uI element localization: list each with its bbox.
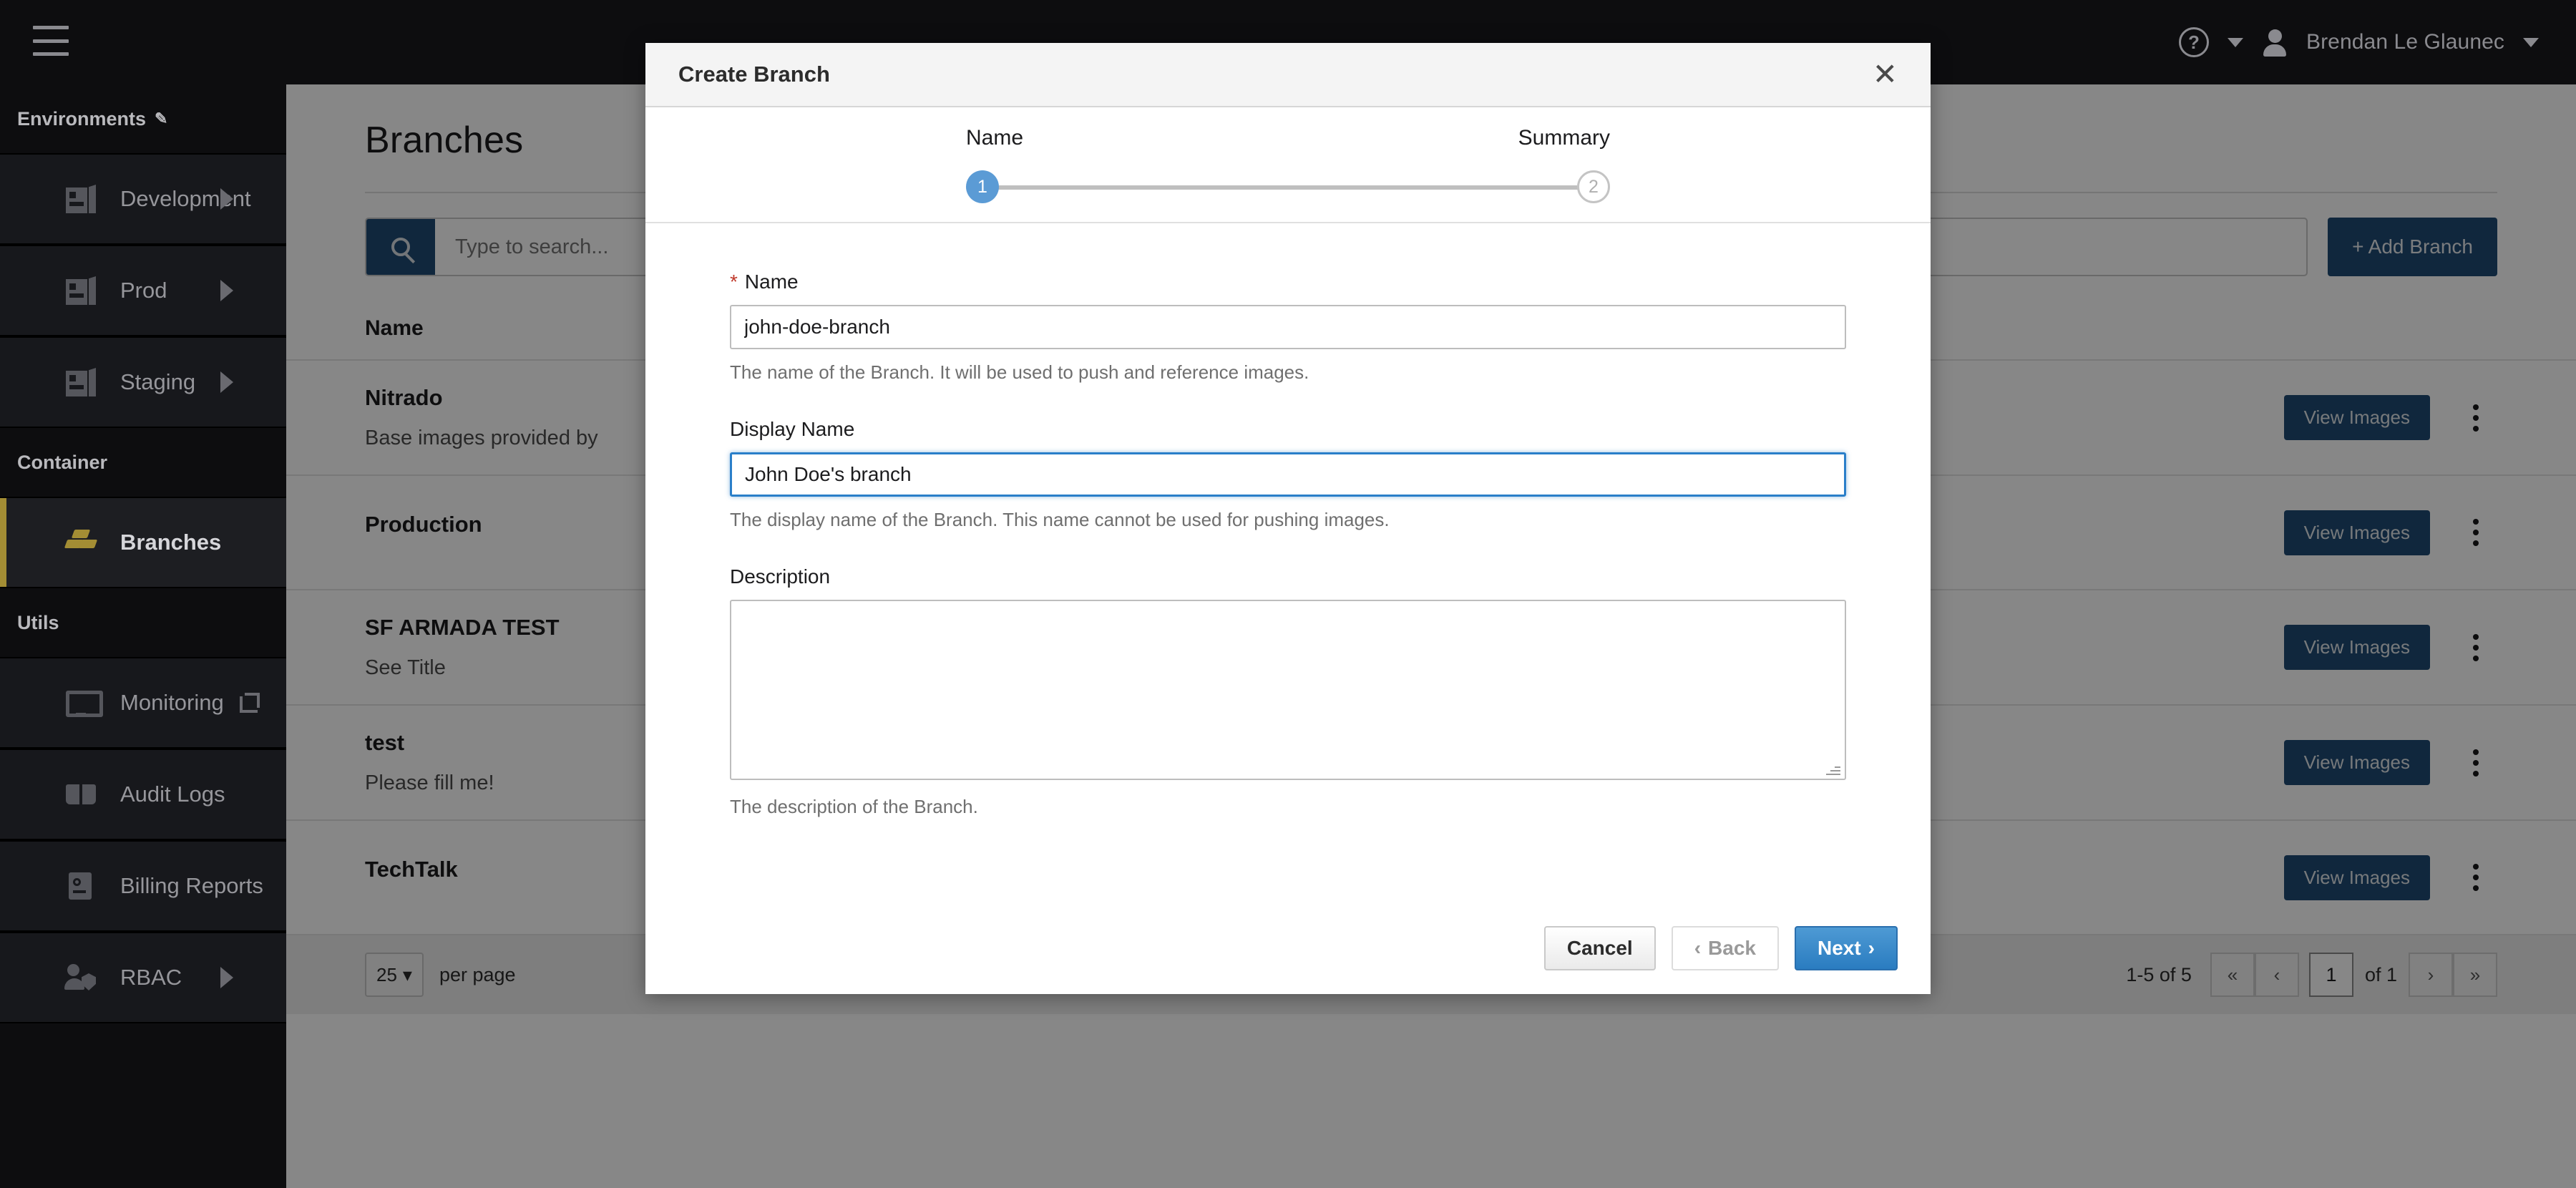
cancel-button[interactable]: Cancel xyxy=(1543,926,1656,970)
field-display-name: Display Name The display name of the Bra… xyxy=(730,418,1846,531)
box-icon xyxy=(66,275,97,306)
report-icon xyxy=(66,870,97,902)
sidebar-section-label: Environments xyxy=(17,107,147,130)
external-link-icon xyxy=(239,693,260,713)
sidebar-item-staging[interactable]: Staging xyxy=(0,336,286,428)
field-label-name: * Name xyxy=(730,271,1846,293)
back-button[interactable]: ‹ Back xyxy=(1671,926,1779,970)
sidebar-section-label: Container xyxy=(17,451,108,473)
sidebar: Environments ✎ Development Prod Staging … xyxy=(0,84,286,1188)
sidebar-item-development[interactable]: Development xyxy=(0,153,286,245)
step-connector-line xyxy=(982,185,1594,190)
top-bar-right: ? Brendan Le Glaunec xyxy=(2178,0,2539,84)
step-dot-2[interactable]: 2 xyxy=(1577,170,1610,203)
rbac-icon xyxy=(64,962,97,993)
modal-header: Create Branch ✕ xyxy=(645,43,1931,107)
sidebar-item-label: RBAC xyxy=(120,965,182,990)
next-button[interactable]: Next › xyxy=(1794,926,1898,970)
book-icon xyxy=(66,779,97,810)
sidebar-item-label: Staging xyxy=(120,369,196,394)
sidebar-item-prod[interactable]: Prod xyxy=(0,245,286,336)
chevron-right-icon xyxy=(220,967,233,988)
question-circle-icon[interactable]: ? xyxy=(2178,27,2209,57)
label-text: Name xyxy=(744,271,799,293)
sidebar-section-label: Utils xyxy=(17,611,59,633)
sidebar-item-monitoring[interactable]: Monitoring xyxy=(0,657,286,749)
pencil-icon[interactable]: ✎ xyxy=(155,109,167,128)
username-label: Brendan Le Glaunec xyxy=(2306,30,2504,54)
chevron-right-icon: › xyxy=(1868,937,1875,959)
step-track: 1 2 xyxy=(966,170,1610,203)
sidebar-section-container: Container xyxy=(0,428,286,497)
field-name: * Name The name of the Branch. It will be… xyxy=(730,271,1846,384)
name-input[interactable] xyxy=(730,305,1846,349)
display-name-input[interactable] xyxy=(730,452,1846,497)
chevron-right-icon xyxy=(220,371,233,393)
wizard-stepper: Name Summary 1 2 xyxy=(645,107,1931,222)
description-hint: The description of the Branch. xyxy=(730,796,978,817)
sidebar-item-rbac[interactable]: RBAC xyxy=(0,932,286,1023)
modal-footer: Cancel ‹ Back Next › xyxy=(645,902,1931,994)
chevron-left-icon: ‹ xyxy=(1694,937,1702,959)
field-description: Description The description of the Branc… xyxy=(730,565,1846,818)
branches-icon xyxy=(64,527,98,558)
sidebar-item-label: Audit Logs xyxy=(120,782,225,807)
field-label-display-name: Display Name xyxy=(730,418,855,440)
modal-title: Create Branch xyxy=(678,62,830,87)
required-marker: * xyxy=(730,271,738,293)
sidebar-item-label: Monitoring xyxy=(120,690,224,715)
sidebar-item-label: Billing Reports xyxy=(120,873,263,898)
chevron-right-icon xyxy=(220,280,233,301)
sidebar-item-branches[interactable]: Branches xyxy=(0,497,286,588)
display-name-hint: The display name of the Branch. This nam… xyxy=(730,509,1390,530)
create-branch-modal: Create Branch ✕ Name Summary 1 2 * Name xyxy=(645,43,1931,994)
box-icon xyxy=(66,366,97,398)
modal-body: * Name The name of the Branch. It will be… xyxy=(645,222,1931,902)
name-hint: The name of the Branch. It will be used … xyxy=(730,361,1309,383)
sidebar-item-label: Branches xyxy=(120,530,222,555)
step-label-name: Name xyxy=(966,126,1024,150)
user-avatar-icon xyxy=(2262,28,2288,57)
sidebar-section-environments: Environments ✎ xyxy=(0,84,286,153)
next-label: Next xyxy=(1817,937,1861,959)
close-icon[interactable]: ✕ xyxy=(1873,59,1898,89)
sidebar-item-label: Prod xyxy=(120,278,167,303)
step-dot-1[interactable]: 1 xyxy=(966,170,999,203)
hamburger-menu-icon[interactable] xyxy=(33,26,69,56)
user-chevron-down-icon[interactable] xyxy=(2523,37,2539,47)
sidebar-section-utils: Utils xyxy=(0,588,286,657)
field-label-description: Description xyxy=(730,565,831,588)
box-icon xyxy=(66,183,97,215)
sidebar-item-billing-reports[interactable]: Billing Reports xyxy=(0,840,286,932)
step-label-summary: Summary xyxy=(1518,126,1610,150)
description-textarea[interactable] xyxy=(730,600,1846,780)
back-label: Back xyxy=(1708,937,1756,959)
monitor-icon xyxy=(66,687,103,719)
app-root: ? Brendan Le Glaunec Environments ✎ Deve… xyxy=(0,0,2576,1188)
chevron-right-icon xyxy=(220,188,233,210)
help-chevron-down-icon[interactable] xyxy=(2227,37,2243,47)
sidebar-item-audit-logs[interactable]: Audit Logs xyxy=(0,749,286,840)
